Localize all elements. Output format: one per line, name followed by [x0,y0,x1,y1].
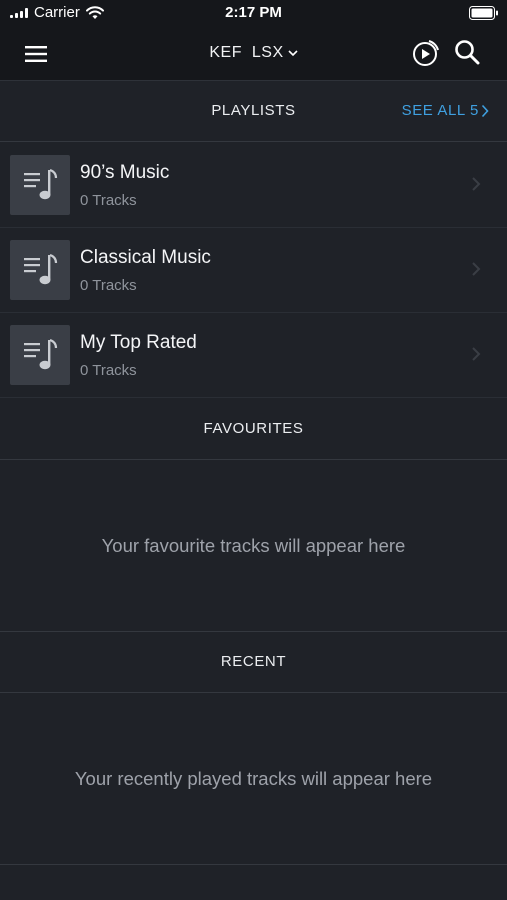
see-all-label: SEE ALL 5 [401,102,479,119]
music-note-list-icon [24,253,58,285]
favourites-header: FAVOURITES [0,399,507,460]
playlists-header: PLAYLISTS SEE ALL 5 [0,81,507,142]
clock: 2:17 PM [225,4,282,21]
playlist-title: My Top Rated [80,332,197,353]
favourites-title: FAVOURITES [203,420,304,437]
chevron-right-icon [472,177,481,191]
recent-header: RECENT [0,632,507,693]
chevron-right-icon [472,347,481,361]
see-all-button[interactable]: SEE ALL 5 [402,102,489,119]
music-note-list-icon [24,168,58,200]
playlist-track-count: 0 Tracks [80,192,137,209]
playlist-track-count: 0 Tracks [80,277,137,294]
recent-title: RECENT [220,653,287,670]
playlist-thumbnail [10,155,70,215]
music-note-list-icon [24,338,58,370]
device-selector[interactable]: KEF LSX [209,44,298,62]
recent-empty-message: Your recently played tracks will appear … [74,768,433,789]
playlist-thumbnail [10,240,70,300]
favourites-empty-message: Your favourite tracks will appear here [101,535,406,556]
chevron-right-icon [472,262,481,276]
playlist-title: Classical Music [80,247,211,268]
chevron-down-icon [288,50,298,57]
status-bar: Carrier 2:17 PM [0,0,507,28]
play-circle-icon[interactable] [410,38,440,68]
playlist-row[interactable]: Classical Music 0 Tracks [0,227,507,313]
playlist-title: 90’s Music [80,162,170,183]
search-icon[interactable] [454,39,480,65]
playlist-thumbnail [10,325,70,385]
chevron-right-icon [481,104,489,117]
playlist-row[interactable]: My Top Rated 0 Tracks [0,312,507,398]
battery-icon [469,6,498,20]
top-nav-bar: KEF LSX [0,28,507,81]
playlist-track-count: 0 Tracks [80,362,137,379]
playlist-row[interactable]: 90’s Music 0 Tracks [0,142,507,228]
device-name: KEF LSX [209,44,284,61]
section-divider [0,864,507,865]
